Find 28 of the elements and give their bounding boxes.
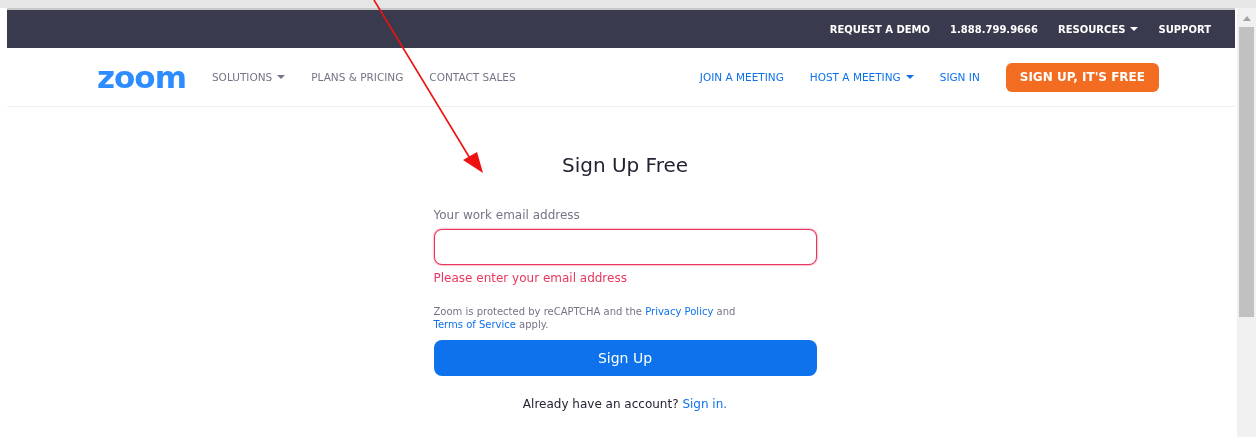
sign-in-prompt: Already have an account? Sign in.	[521, 397, 729, 411]
form-title: Sign Up Free	[561, 153, 689, 177]
nav-link[interactable]: PLANS & PRICING	[311, 71, 404, 83]
signup-button[interactable]: SIGN UP, IT'S FREE	[1005, 62, 1159, 92]
caret-icon	[277, 75, 286, 79]
top-nav-link[interactable]: RESOURCES	[1058, 23, 1139, 35]
top-nav-link[interactable]: REQUEST A DEMO	[829, 23, 931, 35]
scrollbar[interactable]	[1237, 8, 1256, 437]
error-message: Please enter your email address	[433, 271, 628, 285]
caret-icon	[905, 75, 914, 79]
text-link[interactable]: Terms of Service	[433, 319, 516, 330]
scroll-up-icon[interactable]	[1242, 16, 1251, 21]
text-link[interactable]: Privacy Policy	[645, 306, 714, 317]
nav-link[interactable]: CONTACT SALES	[429, 71, 516, 83]
recaptcha-notice: Zoom is protected by reCAPTCHA and the Privacy Policy and Terms of Service apply.	[433, 305, 737, 331]
logo[interactable]: zoom	[97, 61, 186, 93]
field-label: Your work email address	[433, 208, 581, 222]
email-field[interactable]	[433, 229, 817, 265]
scroll-thumb[interactable]	[1239, 27, 1254, 317]
nav-link[interactable]: JOIN A MEETING	[699, 71, 784, 83]
nav-link[interactable]: SIGN IN	[939, 71, 980, 83]
sign-up-button[interactable]: Sign Up	[433, 340, 817, 376]
nav-link[interactable]: HOST A MEETING	[809, 71, 914, 83]
nav-link[interactable]: SOLUTIONS	[211, 71, 286, 83]
sign-in-link[interactable]: Sign in.	[682, 397, 728, 411]
caret-icon	[1130, 27, 1139, 31]
top-nav-link[interactable]: 1.888.799.9666	[950, 23, 1038, 35]
top-nav-link[interactable]: SUPPORT	[1158, 23, 1211, 35]
